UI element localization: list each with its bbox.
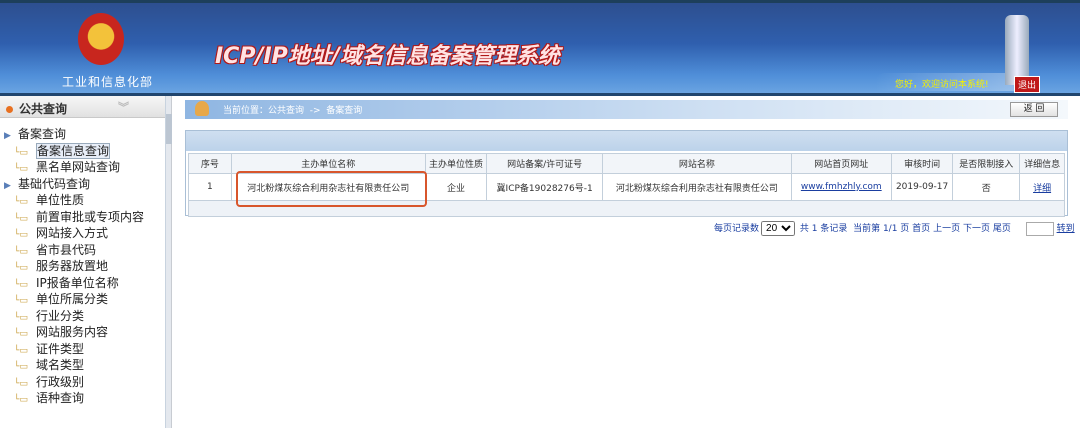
- sidebar-item[interactable]: └▭ 备案信息查询: [0, 142, 165, 160]
- sidebar-item[interactable]: ▶ 备案查询: [0, 126, 165, 143]
- total-records: 共 1 条记录: [799, 224, 848, 234]
- last-page-link[interactable]: 尾页: [993, 224, 1011, 234]
- sidebar-item[interactable]: └▭ 网站服务内容: [0, 324, 165, 341]
- sidebar-item[interactable]: └▭ 行业分类: [0, 308, 165, 325]
- sidebar-header[interactable]: 公共查询 ︾: [0, 96, 165, 118]
- sidebar-item-label: 省市县代码: [36, 242, 97, 257]
- details-link[interactable]: 详细: [1033, 184, 1051, 194]
- sidebar-item-label: 行业分类: [36, 308, 85, 323]
- table-cell: 河北粉煤灰综合利用杂志社有限责任公司: [601, 173, 792, 201]
- column-header: 是否限制接入: [952, 153, 1021, 174]
- sidebar-item-label: 备案查询: [18, 127, 67, 141]
- sidebar-scrollbar[interactable]: [166, 96, 172, 428]
- website-url-link[interactable]: www.fmhzhly.com: [801, 182, 882, 192]
- sidebar-item[interactable]: └▭ 行政级别: [0, 374, 165, 391]
- table-cell: 否: [952, 173, 1021, 201]
- per-page-select[interactable]: 20: [761, 221, 796, 236]
- panel-title-bar: [186, 131, 1067, 151]
- sidebar-item-label: 单位性质: [36, 193, 85, 207]
- home-icon: [195, 101, 209, 116]
- column-header: 网站首页网址: [790, 153, 892, 174]
- table-cell: 企业: [424, 173, 488, 201]
- sidebar-tree: ▶ 备案查询 └▭ 备案信息查询 └▭ 黑名单网站查询 ▶ 基础代码查询 └▭ 单位性质 └▭ 前置审…: [0, 118, 165, 407]
- bullet-icon: [6, 106, 13, 113]
- logout-button[interactable]: 退出: [1014, 76, 1041, 93]
- sidebar-item-label: 单位所属分类: [36, 292, 109, 306]
- back-button[interactable]: 返 回: [1010, 102, 1058, 117]
- sidebar-item[interactable]: └▭ 单位性质: [0, 192, 165, 209]
- sidebar-item[interactable]: └▭ 服务器放置地: [0, 258, 165, 275]
- table-cell: 2019-09-17: [890, 173, 954, 201]
- sidebar-item-label: 备案信息查询: [36, 142, 111, 159]
- sidebar-item-label: 前置审批或专项内容: [36, 209, 145, 224]
- sidebar-item[interactable]: └▭ 域名类型: [0, 357, 165, 374]
- scrollbar-thumb[interactable]: [166, 114, 172, 144]
- sidebar-item[interactable]: └▭ 网站接入方式: [0, 225, 165, 242]
- sidebar-item-label: 基础代码查询: [18, 176, 91, 191]
- column-header: 网站备案/许可证号: [486, 153, 603, 174]
- first-page-link[interactable]: 首页: [912, 224, 930, 234]
- column-header: 主办单位性质: [424, 153, 488, 174]
- sidebar-title: 公共查询: [19, 102, 68, 116]
- sidebar: 公共查询 ︾ ▶ 备案查询 └▭ 备案信息查询 └▭ 黑名单网站查询 ▶ 基础代码查询 └▭ 单位性…: [0, 96, 166, 428]
- chevron-down-icon[interactable]: ︾: [118, 99, 129, 115]
- sidebar-item-label: 语种查询: [36, 391, 85, 405]
- welcome-text: 您好，欢迎访问本系统!: [895, 80, 989, 90]
- national-emblem-logo: [78, 13, 124, 65]
- sidebar-item-label: 行政级别: [36, 374, 85, 389]
- sidebar-item[interactable]: └▭ 单位所属分类: [0, 291, 165, 308]
- sidebar-item-label: 网站接入方式: [36, 226, 109, 240]
- sidebar-item-label: 域名类型: [36, 358, 85, 372]
- prev-page-link[interactable]: 上一页: [933, 224, 960, 234]
- next-page-link[interactable]: 下一页: [963, 224, 990, 234]
- huabiao-pillar-image: [1005, 15, 1029, 85]
- sidebar-item[interactable]: └▭ 前置审批或专项内容: [0, 209, 165, 226]
- table-cell: 冀ICP备19028276号-1: [486, 173, 603, 201]
- page-number-input[interactable]: [1025, 221, 1054, 236]
- sidebar-item[interactable]: ▶ 基础代码查询: [0, 176, 165, 193]
- sidebar-item-label: IP报备单位名称: [36, 275, 119, 290]
- table-cell: www.fmhzhly.com: [790, 173, 892, 201]
- sidebar-item[interactable]: └▭ 黑名单网站查询: [0, 159, 165, 176]
- highlight-box: [236, 171, 427, 207]
- current-page: 当前第 1/1 页: [853, 224, 910, 234]
- breadcrumb: 当前位置：公共查询 -> 备案查询: [185, 100, 1068, 119]
- per-page-label: 每页记录数: [714, 224, 760, 234]
- goto-page-link[interactable]: 转到: [1057, 224, 1075, 234]
- sidebar-item-label: 网站服务内容: [36, 325, 109, 339]
- sidebar-item-label: 服务器放置地: [36, 259, 109, 273]
- column-header: 审核时间: [890, 153, 954, 174]
- table-cell: 详细: [1019, 173, 1065, 201]
- column-header: 详细信息: [1019, 153, 1065, 174]
- table-cell: 1: [188, 173, 232, 201]
- sidebar-item[interactable]: └▭ 省市县代码: [0, 242, 165, 259]
- sidebar-item[interactable]: └▭ 语种查询: [0, 390, 165, 407]
- sidebar-item[interactable]: └▭ 证件类型: [0, 341, 165, 358]
- sidebar-item-label: 证件类型: [36, 341, 85, 356]
- header-banner: 工业和信息化部 ICP/IP地址/域名信息备案管理系统 您好，欢迎访问本系统! …: [0, 0, 1080, 93]
- column-header: 序号: [188, 153, 232, 174]
- page-icon: └▭: [14, 395, 28, 405]
- ministry-name: 工业和信息化部: [62, 75, 154, 89]
- system-title: ICP/IP地址/域名信息备案管理系统: [215, 44, 560, 69]
- pagination: 每页记录数 20 共 1 条记录 当前第 1/1 页 首页 上一页 下一页 尾页 …: [714, 221, 1075, 236]
- column-header: 网站名称: [601, 153, 792, 174]
- breadcrumb-text: 当前位置：公共查询 -> 备案查询: [223, 106, 363, 116]
- sidebar-item-label: 黑名单网站查询: [36, 160, 121, 174]
- sidebar-item[interactable]: └▭ IP报备单位名称: [0, 275, 165, 292]
